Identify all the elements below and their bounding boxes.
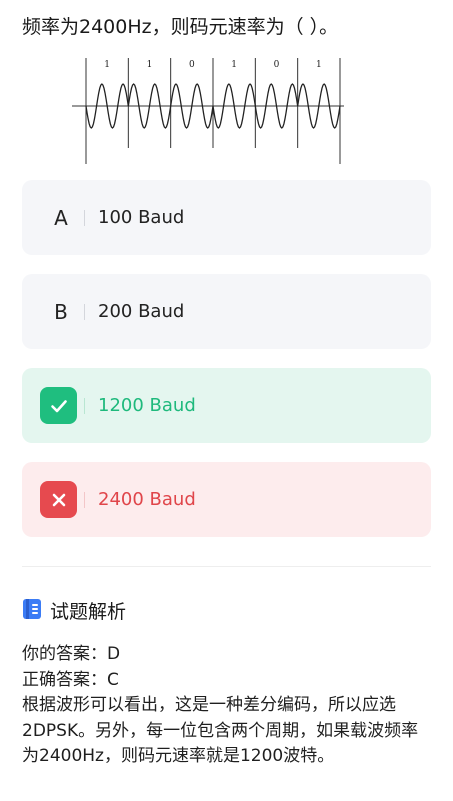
option-letter: B — [54, 299, 68, 324]
bit-label: 1 — [316, 60, 322, 70]
option-separator — [84, 209, 85, 226]
option-text: 2400 Baud — [98, 489, 196, 510]
option-separator — [84, 491, 85, 508]
option-a[interactable]: A 100 Baud — [22, 180, 431, 255]
option-d[interactable]: 2400 Baud — [22, 462, 431, 537]
option-separator — [84, 303, 85, 320]
your-answer: 你的答案：D — [22, 644, 121, 664]
question-text: 频率为2400Hz，则码元速率为（ ）。 — [22, 16, 339, 38]
bit-label: 0 — [274, 60, 280, 70]
bit-label: 1 — [104, 60, 110, 70]
correct-answer: 正确答案：C — [22, 669, 119, 690]
waveform-figure: 1 1 0 1 0 1 — [72, 58, 344, 164]
bit-label: 1 — [231, 60, 237, 70]
option-text: 100 Baud — [98, 207, 185, 228]
option-c[interactable]: 1200 Baud — [22, 368, 431, 443]
check-icon — [40, 387, 77, 424]
analysis-header: 试题解析 — [22, 597, 126, 624]
cross-icon — [40, 481, 77, 518]
document-icon — [22, 598, 42, 624]
option-b[interactable]: B 200 Baud — [22, 274, 431, 349]
option-text: 1200 Baud — [98, 395, 196, 416]
analysis-body: 你的答案：D 正确答案：C 根据波形可以看出，这是一种差分编码，所以应选2DPS… — [22, 642, 434, 770]
option-text: 200 Baud — [98, 301, 185, 322]
option-separator — [84, 397, 85, 414]
analysis-title: 试题解析 — [50, 601, 127, 623]
option-letter: A — [54, 205, 68, 230]
section-divider — [22, 566, 431, 567]
quiz-page: 频率为2400Hz，则码元速率为（ ）。 1 1 0 1 0 1 A 100 Baud B… — [0, 0, 453, 801]
explanation-text: 根据波形可以看出，这是一种差分编码，所以应选2DPSK。另外，每一位包含两个周期… — [22, 695, 419, 766]
bit-label: 1 — [147, 60, 153, 70]
bit-label: 0 — [189, 60, 195, 70]
